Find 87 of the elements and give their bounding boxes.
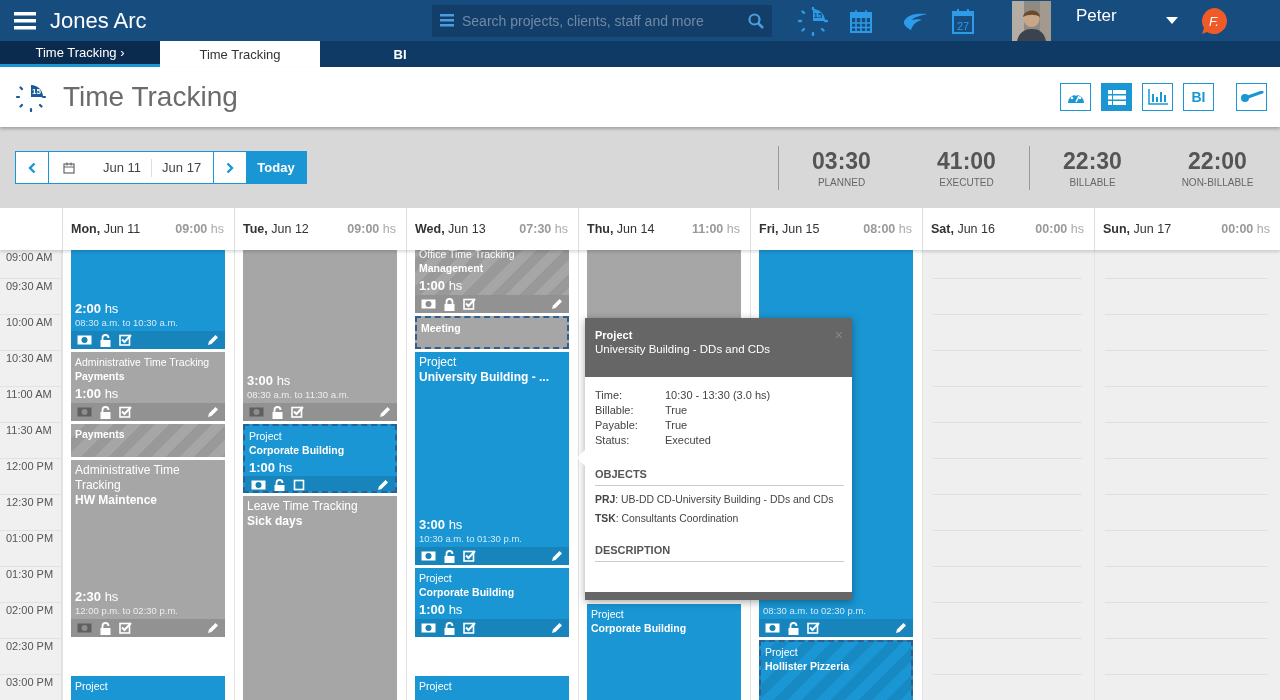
event-title: Management — [419, 261, 485, 275]
field-label: Billable: — [595, 403, 635, 418]
object-line: TSK: Consultants Coordination — [595, 513, 739, 524]
time-label: 01:30 PM — [6, 568, 54, 580]
event-hours: 2:00 hs — [74, 300, 120, 317]
field-label: Payable: — [595, 418, 639, 433]
stat-value: 22:30 — [1063, 147, 1122, 175]
event-hours: 1:00 hs — [418, 601, 464, 618]
time-label: 09:30 AM — [6, 280, 53, 292]
event-title: Corporate Building — [419, 585, 516, 599]
day-hours: 07:30 hs — [519, 222, 568, 236]
stat-label: NON-BILLABLE — [1181, 176, 1254, 188]
section-heading: OBJECTS — [595, 468, 844, 486]
event-hours: 2:30 hs — [74, 588, 120, 605]
time-label: 03:00 PM — [6, 676, 54, 688]
event-hours: 3:00 hs — [246, 372, 292, 389]
time-label: 12:30 PM — [6, 496, 54, 508]
time-label: 01:00 PM — [6, 532, 54, 544]
event-title: Corporate Building — [591, 621, 688, 635]
event-title: Payments — [75, 427, 126, 441]
day-label: Tue, Jun 12 — [243, 222, 309, 236]
day-hours: 09:00 hs — [175, 222, 224, 236]
logo-icon: F. — [1200, 6, 1228, 35]
field-value: 10:30 - 13:30 (3.0 hs) — [665, 388, 771, 403]
day-hours: 00:00 hs — [1035, 222, 1084, 236]
time-label: 09:00 AM — [6, 251, 53, 263]
event-category: Administrative Time Tracking — [75, 355, 211, 369]
field-value: True — [665, 403, 688, 418]
page-title: Time Tracking — [63, 81, 238, 113]
event-hours: 1:00 hs — [418, 277, 464, 294]
day-label: Mon, Jun 11 — [71, 222, 141, 236]
stat-label: BILLABLE — [1069, 176, 1116, 188]
field-label: Status: — [595, 433, 631, 448]
event-category: Project — [419, 571, 453, 585]
time-label: 10:30 AM — [6, 352, 53, 364]
event-title: Sick days — [247, 514, 304, 529]
day-label: Sun, Jun 17 — [1103, 222, 1172, 236]
event-category: Project — [75, 679, 109, 693]
event-category: Office Time Tracking — [419, 250, 516, 261]
event-time-range: 08:30 a.m. to 10:30 a.m. — [74, 317, 179, 330]
stat-value: 41:00 — [937, 147, 996, 175]
day-label: Fri, Jun 15 — [759, 222, 820, 236]
event-hours: 1:00 hs — [248, 459, 294, 476]
event-title: HW Maintence — [75, 493, 158, 508]
event-title: Meeting — [421, 321, 462, 335]
event-category: Project — [765, 645, 799, 659]
event-title: Payments — [75, 369, 126, 383]
popup-kind: Project — [595, 329, 633, 341]
field-value: True — [665, 418, 688, 433]
popup-title: University Building - DDs and CDs — [595, 343, 772, 355]
event-category: Project — [249, 429, 283, 443]
event-hours: 3:00 hs — [418, 516, 464, 533]
day-label: Wed, Jun 13 — [415, 222, 486, 236]
time-label: 10:00 AM — [6, 316, 53, 328]
event-time-range: 10:30 a.m. to 01:30 p.m. — [418, 533, 523, 546]
event-title: University Building - ... — [419, 370, 550, 385]
event-category: Administrative Time Tracking — [75, 463, 181, 493]
field-value: Executed — [665, 433, 711, 448]
stat-label: PLANNED — [817, 176, 866, 188]
object-line: PRJ: UB-DD CD-University Building - DDs and CDs — [595, 494, 834, 505]
event-title: Corporate Building — [249, 443, 346, 457]
app-title: Jones Arc — [50, 7, 148, 34]
event-time-range: 12:00 p.m. to 02:30 p.m. — [74, 605, 179, 618]
day-hours: 11:00 hs — [692, 222, 740, 236]
field-label: Time: — [595, 388, 624, 403]
day-hours: 08:00 hs — [863, 222, 912, 236]
time-label: 02:00 PM — [6, 604, 54, 616]
event-hours: 1:00 hs — [74, 385, 120, 402]
event-time-range: 08:30 a.m. to 11:30 a.m. — [246, 389, 351, 402]
section-heading: DESCRIPTION — [595, 544, 844, 562]
event-category: Project — [591, 607, 625, 621]
day-label: Sat, Jun 16 — [931, 222, 995, 236]
event-category: Leave Time Tracking — [247, 499, 359, 514]
event-category: Project — [419, 679, 453, 693]
day-hours: 09:00 hs — [347, 222, 396, 236]
day-hours: 00:00 hs — [1221, 222, 1270, 236]
stat-label: EXECUTED — [939, 176, 994, 188]
stat-value: 22:00 — [1188, 147, 1247, 175]
event-category: Project — [419, 355, 458, 370]
time-label: 12:00 PM — [6, 460, 54, 472]
day-label: Thu, Jun 14 — [587, 222, 655, 236]
time-label: 11:30 AM — [6, 424, 52, 436]
time-label: 02:30 PM — [6, 640, 54, 652]
event-title: Hollister Pizzeria — [765, 659, 851, 673]
event-time-range: 08:30 a.m. to 02:30 p.m. — [762, 605, 867, 618]
time-label: 11:00 AM — [6, 388, 52, 400]
stat-value: 03:30 — [812, 147, 871, 175]
